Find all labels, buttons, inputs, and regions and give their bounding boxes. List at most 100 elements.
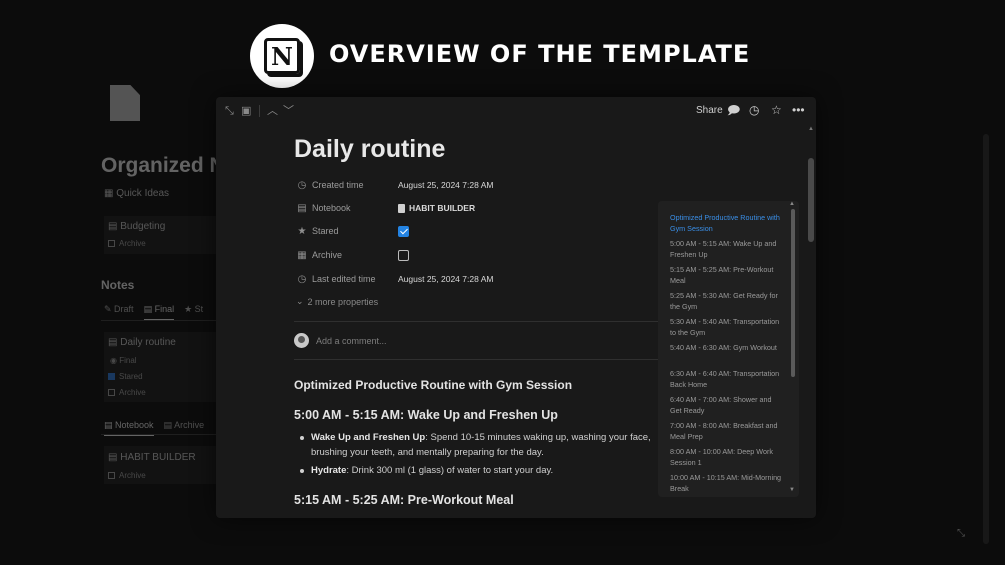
- modal-scrollbar[interactable]: [808, 158, 814, 242]
- bg-checkbox: [108, 472, 115, 480]
- bg-tab-final-label: Final: [154, 304, 175, 314]
- bg-budgeting: ▤ Budgeting: [108, 221, 166, 232]
- toc-item[interactable]: 10:00 AM - 10:15 AM: Mid-Morning Break: [670, 473, 782, 494]
- bg-tab-notebook-label: Notebook: [115, 420, 154, 430]
- expand-icon[interactable]: ⤡: [225, 104, 234, 118]
- archive-icon: ▦: [297, 249, 307, 261]
- content-heading: Optimized Productive Routine with Gym Se…: [294, 378, 573, 392]
- sidebar-icon[interactable]: ▣: [241, 104, 251, 118]
- properties-divider: [294, 321, 664, 322]
- stared-checkbox[interactable]: [398, 225, 409, 237]
- toc-item[interactable]: 5:25 AM - 5:30 AM: Get Ready for the Gym: [670, 291, 782, 312]
- toc-item[interactable]: 7:00 AM - 8:00 AM: Breakfast and Meal Pr…: [670, 421, 782, 442]
- clock-icon: ◷: [297, 179, 307, 191]
- toc-item[interactable]: 5:30 AM - 5:40 AM: Transportation to the…: [670, 317, 782, 338]
- notebook-icon: ▤: [297, 202, 307, 214]
- page-title[interactable]: Daily routine: [294, 135, 445, 164]
- page-peek-modal: ⤡ ▣ ︿ ﹀ Share 🗩 ◷ ☆ ••• ▲ Daily routine …: [216, 97, 816, 518]
- list-item-text: : Drink 300 ml (1 glass) of water to sta…: [346, 465, 554, 476]
- property-value: August 25, 2024 7:28 AM: [398, 180, 494, 190]
- list-item-bold: Wake Up and Freshen Up: [311, 432, 426, 443]
- bg-habit-builder: ▤ HABIT BUILDER: [108, 452, 196, 463]
- bg-scrollbar[interactable]: [983, 134, 989, 544]
- modal-topbar: ⤡ ▣ ︿ ﹀ Share 🗩 ◷ ☆ •••: [216, 97, 816, 125]
- section-heading: 5:15 AM - 5:25 AM: Pre-Workout Meal: [294, 493, 514, 507]
- bg-divider-2: [101, 434, 216, 435]
- list-item-bold: Hydrate: [311, 465, 347, 476]
- page-icon: [398, 203, 405, 213]
- bg-tab-archive-label: Archive: [174, 420, 205, 430]
- property-label: Notebook: [312, 203, 351, 213]
- more-properties-label: 2 more properties: [307, 296, 379, 307]
- property-label: Created time: [312, 180, 364, 190]
- bg-divider: [101, 320, 216, 321]
- bg-tab-final[interactable]: ▤ Final: [143, 304, 175, 320]
- archive-checkbox[interactable]: [398, 249, 409, 261]
- section-heading: 5:00 AM - 5:15 AM: Wake Up and Freshen U…: [294, 408, 558, 422]
- bg-archive-label-2: Archive: [119, 388, 146, 397]
- toc-scroll-up-arrow[interactable]: ▲: [789, 201, 795, 207]
- topbar-separator: [259, 105, 260, 117]
- property-archive[interactable]: ▦ Archive: [296, 247, 409, 263]
- bg-tab-draft[interactable]: ✎ Draft: [104, 304, 134, 320]
- more-properties-toggle[interactable]: ⌄ 2 more properties: [296, 296, 378, 307]
- property-notebook[interactable]: ▤ Notebook HABIT BUILDER: [296, 200, 475, 216]
- property-label: Last edited time: [312, 274, 376, 284]
- star-filled-icon: ★: [297, 225, 307, 237]
- star-icon[interactable]: ☆: [771, 103, 782, 117]
- bg-daily-routine-label: Daily routine: [120, 337, 176, 348]
- bg-budgeting-label: Budgeting: [120, 221, 166, 232]
- toc-scroll-down-arrow[interactable]: ▼: [789, 487, 795, 493]
- toc-item[interactable]: 6:40 AM - 7:00 AM: Shower and Get Ready: [670, 395, 782, 416]
- bg-habit-archive: Archive: [108, 471, 146, 480]
- comment-divider: [294, 359, 664, 360]
- bg-checkbox: [108, 240, 115, 248]
- bg-checkbox: [108, 389, 115, 397]
- add-comment-row[interactable]: Add a comment...: [294, 333, 387, 348]
- notebook-relation-label: HABIT BUILDER: [409, 203, 476, 213]
- bg-quick-ideas-link[interactable]: ▦ Quick Ideas: [104, 188, 169, 199]
- toc-item[interactable]: 5:40 AM - 6:30 AM: Gym Workout: [670, 343, 782, 354]
- chevron-down-icon: ⌄: [296, 296, 304, 306]
- bg-archive-label-3: Archive: [119, 471, 146, 480]
- bg-stared-row: Stared: [108, 372, 143, 381]
- property-label: Stared: [312, 226, 339, 236]
- clock-icon: ◷: [297, 273, 307, 285]
- chevron-down-icon[interactable]: ﹀: [283, 104, 294, 118]
- notebook-relation-link[interactable]: HABIT BUILDER: [398, 203, 475, 213]
- property-stared[interactable]: ★ Stared: [296, 223, 409, 239]
- history-icon[interactable]: ◷: [749, 103, 759, 117]
- bg-final-tag: ◉ Final: [110, 356, 137, 365]
- background-page-title: Organized N: [101, 154, 225, 177]
- share-button[interactable]: Share: [696, 105, 723, 116]
- property-label: Archive: [312, 250, 343, 260]
- toc-scrollbar[interactable]: [791, 209, 795, 377]
- modal-scroll-up-arrow[interactable]: ▲: [808, 126, 814, 132]
- comment-input[interactable]: Add a comment...: [316, 336, 387, 346]
- comment-icon[interactable]: 🗩: [727, 103, 740, 117]
- list-item: Wake Up and Freshen Up: Spend 10-15 minu…: [300, 430, 660, 460]
- bg-daily-routine: ▤ Daily routine: [108, 337, 176, 348]
- user-avatar: [294, 333, 309, 348]
- toc-item[interactable]: 6:30 AM - 6:40 AM: Transportation Back H…: [670, 369, 782, 390]
- bg-archive-label: Archive: [119, 239, 146, 248]
- chevron-up-icon[interactable]: ︿: [267, 104, 278, 118]
- bg-final-label: Final: [119, 356, 137, 365]
- property-created-time[interactable]: ◷ Created time August 25, 2024 7:28 AM: [296, 177, 494, 193]
- bg-notes-tabs: ✎ Draft ▤ Final ★ St: [104, 304, 203, 320]
- bg-tab-draft-label: Draft: [114, 304, 134, 314]
- property-value: August 25, 2024 7:28 AM: [398, 274, 494, 284]
- more-icon[interactable]: •••: [792, 103, 805, 117]
- toc-item[interactable]: Optimized Productive Routine with Gym Se…: [670, 213, 782, 234]
- bg-notes-heading: Notes: [101, 278, 135, 292]
- bg-stared-label: Stared: [119, 372, 143, 381]
- banner-title: OVERVIEW OF THE TEMPLATE: [329, 40, 751, 68]
- table-of-contents-panel: ▲ Optimized Productive Routine with Gym …: [658, 201, 799, 497]
- property-last-edited-time[interactable]: ◷ Last edited time August 25, 2024 7:28 …: [296, 271, 494, 287]
- toc-item[interactable]: 8:00 AM - 10:00 AM: Deep Work Session 1: [670, 447, 782, 468]
- toc-item[interactable]: 5:00 AM - 5:15 AM: Wake Up and Freshen U…: [670, 239, 782, 260]
- bg-checkbox-checked: [108, 373, 115, 381]
- toc-item[interactable]: 5:15 AM - 5:25 AM: Pre-Workout Meal: [670, 265, 782, 286]
- page-document-icon: [110, 85, 140, 121]
- bg-tab-stared[interactable]: ★ St: [184, 304, 203, 320]
